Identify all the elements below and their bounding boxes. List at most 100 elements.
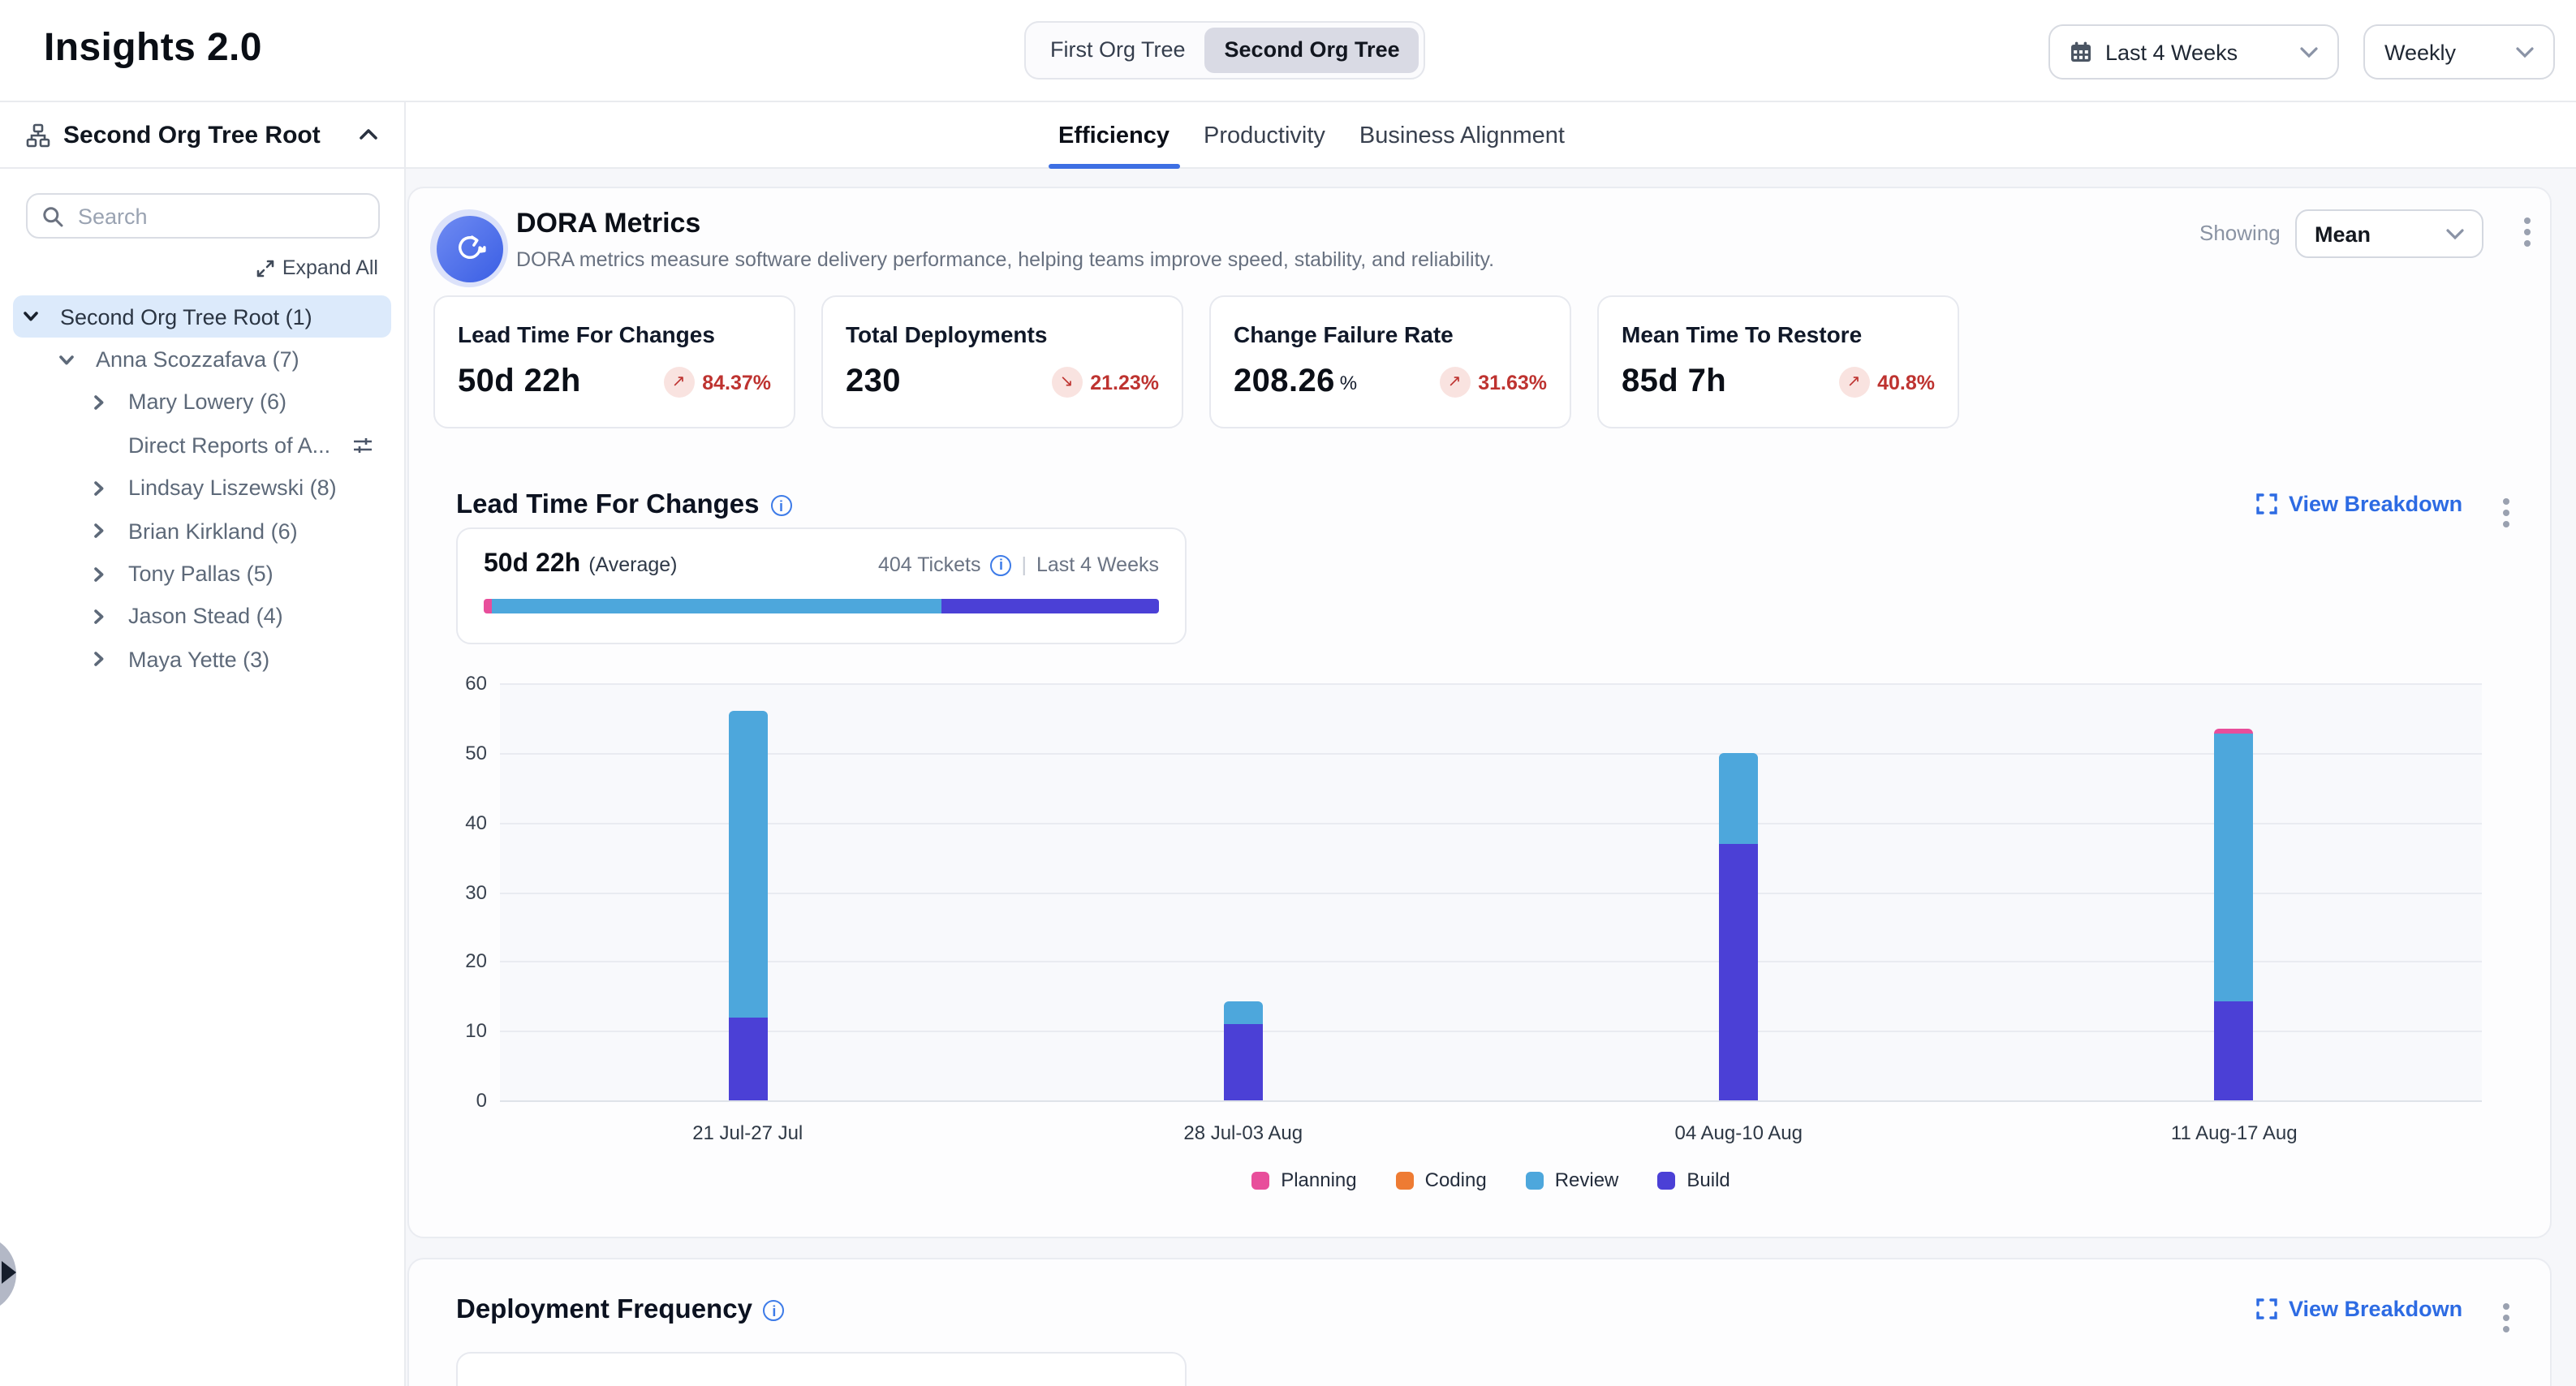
deployment-summary-card — [456, 1352, 1187, 1386]
tree-item-label: Direct Reports of A... — [128, 433, 330, 458]
chevron-down-icon — [2446, 228, 2464, 239]
gridline — [500, 962, 2482, 963]
bar-segment-review[interactable] — [2215, 734, 2254, 1001]
tree-item-label: Second Org Tree Root (1) — [60, 304, 312, 329]
view-breakdown-label: View Breakdown — [2289, 492, 2462, 516]
chevron-down-icon[interactable] — [23, 308, 39, 325]
search-icon — [42, 205, 63, 226]
tree-item-label: Brian Kirkland (6) — [128, 519, 298, 543]
y-axis-tick: 50 — [435, 742, 487, 764]
tree-item[interactable]: Brian Kirkland (6) — [13, 510, 391, 553]
legend-swatch — [1251, 1171, 1269, 1189]
gridline — [500, 892, 2482, 893]
bar-segment-build[interactable] — [728, 1017, 767, 1100]
tree-item[interactable]: Lindsay Liszewski (8) — [13, 467, 391, 510]
chevron-down-icon — [2300, 46, 2318, 58]
tab-productivity[interactable]: Productivity — [1204, 102, 1325, 169]
legend-label: Coding — [1425, 1169, 1487, 1191]
play-icon — [2, 1261, 16, 1284]
phase-bar-segment-review — [493, 599, 941, 613]
showing-select[interactable]: Mean — [2295, 209, 2483, 258]
lead-time-kebab-menu[interactable] — [2500, 495, 2513, 531]
lead-time-view-breakdown[interactable]: View Breakdown — [2256, 492, 2462, 516]
org-tree-icon — [26, 123, 50, 147]
dora-icon — [430, 209, 508, 287]
filter-icon[interactable] — [352, 435, 373, 456]
deployment-panel: Deployment Frequency View Breakdown — [407, 1258, 2552, 1386]
chevron-right-icon[interactable] — [91, 609, 107, 625]
summary-value: 50d 22h — [484, 550, 580, 579]
lead-time-section-header: Lead Time For Changes — [456, 490, 792, 521]
org-tree-toggle: First Org Tree Second Org Tree — [1024, 21, 1426, 80]
y-axis-tick: 30 — [435, 880, 487, 903]
metric-card-value: 50d 22h — [458, 364, 581, 401]
bar-segment-build[interactable] — [1719, 843, 1758, 1100]
dora-description: DORA metrics measure software delivery p… — [516, 248, 1494, 271]
date-range-select[interactable]: Last 4 Weeks — [2048, 24, 2339, 80]
phase-bar-segment-build — [941, 599, 1159, 613]
metric-change-badge: ↘21.23% — [1051, 367, 1159, 398]
tree-item-label: Mary Lowery (6) — [128, 390, 286, 415]
metric-card: Lead Time For Changes50d 22h↗84.37% — [433, 295, 795, 428]
legend-label: Build — [1686, 1169, 1730, 1191]
chevron-right-icon[interactable] — [91, 652, 107, 668]
trend-down-icon: ↘ — [1051, 367, 1082, 398]
view-breakdown-icon — [2256, 1298, 2277, 1319]
chevron-right-icon[interactable] — [91, 523, 107, 539]
y-axis-tick: 10 — [435, 1019, 487, 1042]
sidebar-title: Second Org Tree Root — [63, 121, 321, 148]
tree-item[interactable]: Maya Yette (3) — [13, 638, 391, 681]
summary-tickets: 404 Tickets — [878, 553, 980, 576]
info-icon[interactable] — [771, 495, 792, 516]
granularity-select[interactable]: Weekly — [2363, 24, 2555, 80]
deployment-kebab-menu[interactable] — [2500, 1300, 2513, 1336]
tree-item[interactable]: Tony Pallas (5) — [13, 553, 391, 596]
chevron-up-icon[interactable] — [359, 128, 378, 141]
y-axis-tick: 40 — [435, 811, 487, 833]
tree-item-label: Anna Scozzafava (7) — [96, 347, 299, 372]
bar-segment-build[interactable] — [2215, 1001, 2254, 1100]
separator: | — [1021, 553, 1027, 576]
legend-item-build[interactable]: Build — [1657, 1169, 1730, 1191]
info-icon[interactable] — [764, 1300, 785, 1321]
x-axis-label: 04 Aug-10 Aug — [1625, 1121, 1852, 1144]
bar-segment-planning[interactable] — [2215, 729, 2254, 734]
bar-segment-review[interactable] — [1719, 753, 1758, 843]
tree-item-label: Lindsay Liszewski (8) — [128, 476, 337, 501]
tree-item-label: Tony Pallas (5) — [128, 562, 274, 586]
metric-card: Mean Time To Restore85d 7h↗40.8% — [1597, 295, 1959, 428]
metric-change-badge: ↗40.8% — [1838, 367, 1935, 398]
tree-item[interactable]: Second Org Tree Root (1) — [13, 295, 391, 338]
deployment-view-breakdown[interactable]: View Breakdown — [2256, 1297, 2462, 1321]
toggle-second-org-tree[interactable]: Second Org Tree — [1205, 28, 1419, 73]
summary-suffix: (Average) — [588, 553, 677, 576]
legend-item-review[interactable]: Review — [1526, 1169, 1619, 1191]
tree-item[interactable]: Anna Scozzafava (7) — [13, 338, 391, 381]
sidebar: Second Org Tree Root Expand All Second O… — [0, 102, 406, 1386]
lead-time-summary-card: 50d 22h (Average) 404 Tickets | Last 4 W… — [456, 527, 1187, 644]
legend-item-coding[interactable]: Coding — [1396, 1169, 1487, 1191]
bar-segment-build[interactable] — [1224, 1024, 1263, 1100]
bar-segment-review[interactable] — [1224, 1001, 1263, 1023]
search-input[interactable] — [75, 202, 364, 230]
tree-item[interactable]: Jason Stead (4) — [13, 595, 391, 638]
tab-business-alignment[interactable]: Business Alignment — [1359, 102, 1565, 169]
toggle-first-org-tree[interactable]: First Org Tree — [1031, 28, 1205, 73]
chevron-right-icon[interactable] — [91, 394, 107, 411]
bar-segment-review[interactable] — [728, 711, 767, 1017]
metric-change-value: 84.37% — [702, 371, 771, 394]
legend-item-planning[interactable]: Planning — [1251, 1169, 1356, 1191]
chevron-down-icon[interactable] — [58, 351, 75, 368]
expand-all-button[interactable]: Expand All — [256, 256, 378, 279]
metric-card-value: 208.26 — [1234, 364, 1335, 401]
tree-item[interactable]: Direct Reports of A... — [13, 424, 391, 467]
chevron-right-icon[interactable] — [91, 566, 107, 582]
dora-kebab-menu[interactable] — [2521, 214, 2534, 250]
tree-item[interactable]: Mary Lowery (6) — [13, 381, 391, 424]
chevron-right-icon[interactable] — [91, 480, 107, 497]
info-icon[interactable] — [990, 554, 1011, 575]
metric-change-value: 40.8% — [1877, 371, 1935, 394]
tab-efficiency[interactable]: Efficiency — [1058, 102, 1170, 169]
deployment-section-title: Deployment Frequency — [456, 1295, 752, 1326]
deployment-section-header: Deployment Frequency — [456, 1295, 785, 1326]
